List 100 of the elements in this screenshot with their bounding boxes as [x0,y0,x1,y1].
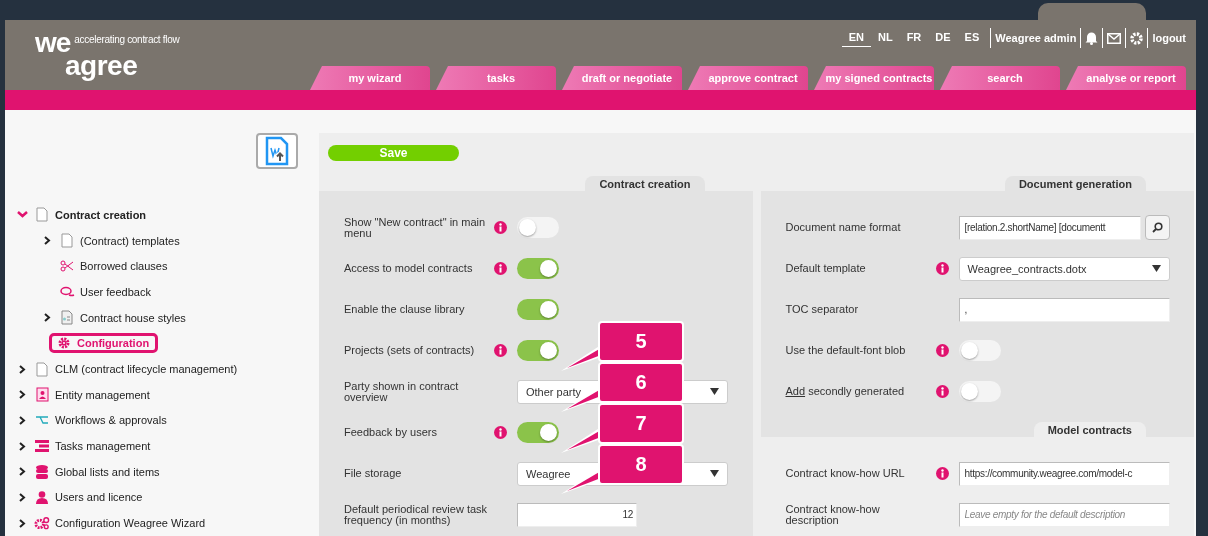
text-field[interactable]: Leave empty for the default description [958,502,1170,527]
field-label: Contract know-how URL [785,468,906,479]
logo-text: we [35,32,71,54]
chevron-right-icon[interactable] [18,390,26,400]
document-icon [61,233,73,249]
toggle-switch[interactable] [517,217,559,238]
logout-link[interactable]: logout [1152,32,1186,44]
info-icon [935,344,949,357]
database-icon [36,464,48,479]
contact-card-icon [35,387,49,403]
add-link[interactable]: Add [785,385,806,397]
field-label: Default periodical review task frequency (in months) [344,503,489,526]
toggle-switch[interactable] [958,340,1001,361]
style-document-icon [61,310,73,326]
toggle-switch[interactable] [517,299,559,320]
tree-item[interactable]: Contract house styles [80,311,186,324]
field-label: Projects (sets of contracts) [344,345,476,356]
field-label: Feedback by users [344,427,438,438]
toggle-switch[interactable] [517,340,559,361]
dropdown-caret-icon [710,470,719,477]
field-label: Default template [785,263,867,274]
info-icon [494,344,507,357]
upload-button[interactable] [256,133,298,170]
info-icon [494,221,507,234]
callout-badge: 8 [598,444,684,485]
field-label: TOC separator [785,304,860,315]
chevron-right-icon[interactable] [18,441,26,451]
chevron-right-icon[interactable] [43,236,51,246]
field-label: Use the default-font blob [785,345,907,356]
info-icon [494,262,507,275]
language-link[interactable]: DE [928,29,958,47]
tree-item[interactable]: Entity management [55,388,150,401]
chevron-right-icon[interactable] [18,467,26,477]
info-icon [494,426,507,439]
tree-item[interactable]: Global lists and items [55,465,160,478]
settings-icon[interactable] [1130,31,1144,45]
tree-item[interactable]: User feedback [80,285,151,298]
workflow-icon [35,415,49,426]
field-label: Enable the clause library [344,304,466,315]
section-title: Model contracts [1033,422,1146,437]
search-icon [1151,222,1163,233]
tree-item[interactable]: Configuration Weagree Wizard [55,517,206,530]
tree-item[interactable]: Configuration [49,333,159,354]
gears-icon [34,516,50,531]
language-link[interactable]: FR [899,29,929,47]
callout-badge: 6 [598,362,684,403]
field-label: Add secondly generated [785,386,906,397]
user-name-link[interactable]: Weagree admin [995,32,1077,44]
text-field[interactable]: https://community.weagree.com/model-c [958,461,1170,486]
language-link[interactable]: EN [841,29,871,47]
user-icon [36,490,48,504]
info-icon [935,385,949,398]
field-label: Document name format [785,222,902,233]
dropdown-value: Weagree [526,467,571,480]
section-title: Contract creation [585,176,705,191]
language-link[interactable]: ES [957,29,987,47]
speech-bubbles-icon [59,285,75,298]
info-icon [935,262,949,275]
dropdown-value: Other party [526,385,582,398]
toggle-switch[interactable] [517,258,559,279]
logo-tagline: accelerating contract flow [74,34,180,46]
number-field[interactable]: 12 [517,502,637,527]
scissors-icon [60,260,74,273]
nav-tab[interactable]: approve contract [688,66,808,90]
field-label: File storage [344,468,403,479]
search-button[interactable] [1144,215,1170,240]
chevron-right-icon[interactable] [18,415,26,425]
tree-item[interactable]: Workflows & approvals [55,414,167,427]
tree-item[interactable]: Borrowed clauses [80,260,168,273]
field-label: Party shown in contract overview [344,380,460,403]
document-icon [36,361,48,377]
callout-badge: 5 [598,321,684,362]
text-field[interactable]: , [958,297,1170,322]
field-label: Access to model contracts [344,263,474,274]
tree-item[interactable]: CLM (contract lifecycle management) [55,363,238,376]
chevron-right-icon[interactable] [18,364,26,374]
section-title: Document generation [1004,176,1146,191]
chevron-right-icon[interactable] [18,518,26,528]
tree-item[interactable]: Tasks management [55,440,151,453]
envelope-icon[interactable] [1107,32,1122,44]
tree-item[interactable]: (Contract) templates [80,234,180,247]
tree-item[interactable]: Contract creation [55,208,147,221]
field-label: Show "New contract" in main menu [344,216,487,239]
gear-icon [58,337,70,350]
dropdown-caret-icon [1151,265,1161,272]
callout-badge: 7 [598,403,684,444]
dropdown-value: Weagree_contracts.dotx [967,262,1087,275]
bell-icon[interactable] [1085,31,1099,45]
task-list-icon [35,440,49,453]
chevron-right-icon[interactable] [43,313,51,323]
info-icon [935,467,949,480]
chevron-down-icon[interactable] [16,211,28,219]
tree-item[interactable]: Users and licence [55,491,143,504]
language-link[interactable]: NL [870,29,900,47]
toggle-switch[interactable] [517,422,559,443]
field-label: Contract know-how description [785,503,881,526]
dropdown[interactable]: Weagree_contracts.dotx [958,256,1170,281]
chevron-right-icon[interactable] [18,492,26,502]
text-field[interactable]: [relation.2.shortName] [documentt [958,215,1141,240]
toggle-switch[interactable] [958,381,1001,402]
